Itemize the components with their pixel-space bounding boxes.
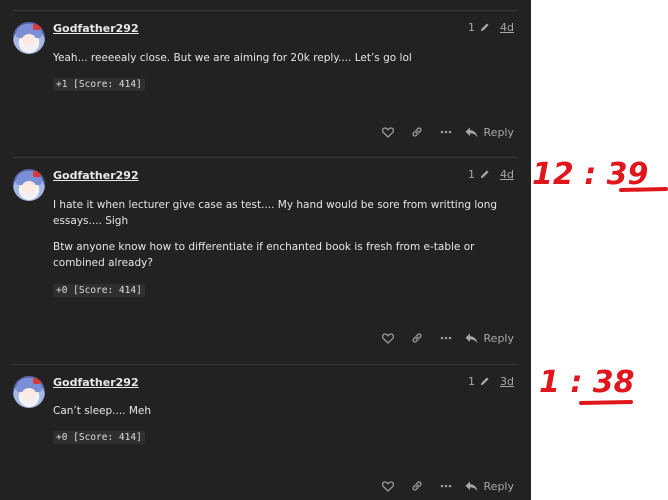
reply-arrow-icon — [465, 333, 478, 343]
avatar-face — [22, 388, 36, 400]
handwritten-time-annotation-2: 1 : 38 — [539, 365, 635, 405]
link-icon[interactable] — [403, 330, 432, 346]
heart-icon[interactable] — [374, 478, 403, 494]
edit-count[interactable]: 1 — [468, 21, 475, 34]
reply-label: Reply — [483, 125, 514, 139]
post-actions: Reply — [374, 478, 514, 494]
ellipsis-icon[interactable] — [432, 330, 461, 346]
username-link[interactable]: Godfather292 — [53, 169, 139, 182]
post-actions: Reply — [374, 124, 514, 140]
link-icon[interactable] — [403, 478, 432, 494]
reply-arrow-icon — [465, 481, 478, 491]
score-code: +0 [Score: 414] — [53, 284, 145, 297]
post-paragraph: Can’t sleep.... Meh — [53, 405, 152, 417]
score-code: +1 [Score: 414] — [53, 78, 145, 91]
ellipsis-icon[interactable] — [432, 124, 461, 140]
handwritten-time-annotation-1: 12 : 39 — [532, 157, 668, 192]
reply-label: Reply — [483, 331, 514, 345]
post-paragraph: I hate it when lecturer give case as tes… — [53, 199, 498, 227]
topic-stream: Godfather292 1 4d Yeah... reeeealy close… — [0, 0, 531, 500]
heart-icon[interactable] — [374, 330, 403, 346]
avatar-ribbon — [33, 378, 41, 384]
reply-button[interactable]: Reply — [465, 332, 514, 345]
post-date-link[interactable]: 3d — [500, 375, 514, 388]
avatar-face — [22, 34, 36, 46]
pencil-icon[interactable] — [479, 169, 490, 180]
post-divider — [13, 157, 518, 158]
avatar-ribbon — [33, 24, 41, 30]
username-link[interactable]: Godfather292 — [53, 376, 139, 389]
reply-arrow-icon — [465, 127, 478, 137]
pencil-icon[interactable] — [479, 376, 490, 387]
reply-button[interactable]: Reply — [465, 480, 514, 493]
link-icon[interactable] — [403, 124, 432, 140]
avatar[interactable] — [13, 22, 45, 54]
post-body: Yeah... reeeealy close. But we are aimin… — [53, 50, 513, 66]
avatar[interactable] — [13, 169, 45, 201]
post-paragraph: Btw anyone know how to differentiate if … — [53, 241, 475, 269]
post-body: Can’t sleep.... Meh — [53, 403, 513, 419]
avatar-ribbon — [33, 171, 41, 177]
post-divider — [13, 10, 518, 11]
heart-icon[interactable] — [374, 124, 403, 140]
post-body: I hate it when lecturer give case as tes… — [53, 197, 513, 271]
post-meta: 1 3d — [468, 375, 514, 388]
avatar-face — [22, 181, 36, 193]
annotation-text: 12 : 39 — [532, 157, 648, 192]
edit-count[interactable]: 1 — [468, 375, 475, 388]
reply-label: Reply — [483, 479, 514, 493]
score-code: +0 [Score: 414] — [53, 431, 145, 444]
post-paragraph: Yeah... reeeealy close. But we are aimin… — [53, 52, 412, 64]
post-meta: 1 4d — [468, 21, 514, 34]
post-actions: Reply — [374, 330, 514, 346]
annotation-text: 1 : 38 — [539, 365, 635, 400]
post-meta: 1 4d — [468, 168, 514, 181]
ellipsis-icon[interactable] — [432, 478, 461, 494]
post-divider — [13, 364, 518, 365]
username-link[interactable]: Godfather292 — [53, 22, 139, 35]
post-date-link[interactable]: 4d — [500, 21, 514, 34]
reply-button[interactable]: Reply — [465, 126, 514, 139]
edit-count[interactable]: 1 — [468, 168, 475, 181]
avatar[interactable] — [13, 376, 45, 408]
post-date-link[interactable]: 4d — [500, 168, 514, 181]
pencil-icon[interactable] — [479, 22, 490, 33]
